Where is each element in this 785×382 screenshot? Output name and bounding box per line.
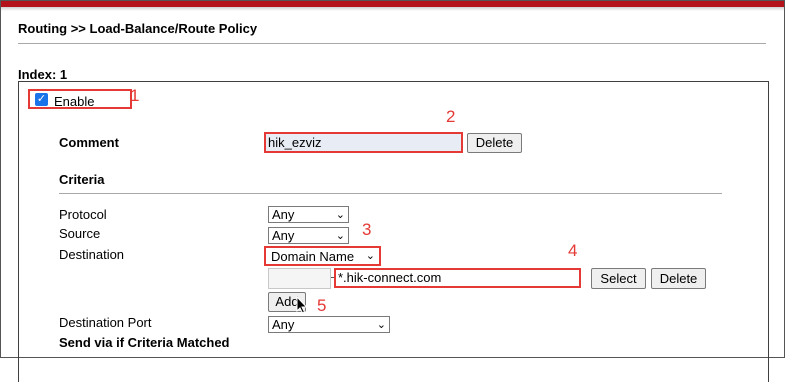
domain-select-button[interactable]: Select xyxy=(591,268,646,289)
destination-port-value: Any xyxy=(272,317,295,332)
chevron-down-icon: ⌄ xyxy=(365,250,375,262)
chevron-down-icon: ⌄ xyxy=(335,230,345,242)
annotation-3: 3 xyxy=(362,220,372,239)
destination-select[interactable]: Domain Name ⌄ xyxy=(268,249,378,264)
enable-checkbox[interactable]: ✓ xyxy=(35,93,48,106)
destination-port-label: Destination Port xyxy=(59,315,152,330)
index-label: Index: 1 xyxy=(18,67,68,82)
source-value: Any xyxy=(272,228,295,243)
chevron-down-icon: ⌄ xyxy=(376,319,386,331)
destination-value: Domain Name xyxy=(271,249,355,264)
source-select[interactable]: Any ⌄ xyxy=(268,227,349,244)
annotation-4: 4 xyxy=(568,241,578,260)
comment-delete-button[interactable]: Delete xyxy=(467,133,522,153)
protocol-label: Protocol xyxy=(59,207,107,222)
annotation-2: 2 xyxy=(446,107,456,126)
domain-name-input[interactable]: *.hik-connect.com xyxy=(338,270,578,286)
domain-prefix-input[interactable] xyxy=(268,268,331,289)
annotation-5: 5 xyxy=(317,296,327,315)
send-via-heading: Send via if Criteria Matched xyxy=(59,335,230,350)
title-divider xyxy=(18,43,766,44)
criteria-divider xyxy=(59,193,722,194)
enable-label: Enable xyxy=(54,94,95,109)
criteria-heading: Criteria xyxy=(59,172,105,187)
chevron-down-icon: ⌄ xyxy=(335,209,345,221)
top-shadow xyxy=(1,7,784,11)
checkmark-icon: ✓ xyxy=(36,93,47,105)
comment-input[interactable]: hik_ezviz xyxy=(266,134,461,151)
page-title: Routing >> Load-Balance/Route Policy xyxy=(18,21,258,36)
annotation-1: 1 xyxy=(130,86,140,105)
protocol-select[interactable]: Any ⌄ xyxy=(268,206,349,223)
destination-port-select[interactable]: Any ⌄ xyxy=(268,316,390,333)
mouse-pointer-icon xyxy=(296,295,308,317)
destination-label: Destination xyxy=(59,247,125,262)
source-label: Source xyxy=(59,226,101,241)
protocol-value: Any xyxy=(272,207,295,222)
domain-delete-button[interactable]: Delete xyxy=(651,268,706,289)
comment-label: Comment xyxy=(59,135,119,150)
